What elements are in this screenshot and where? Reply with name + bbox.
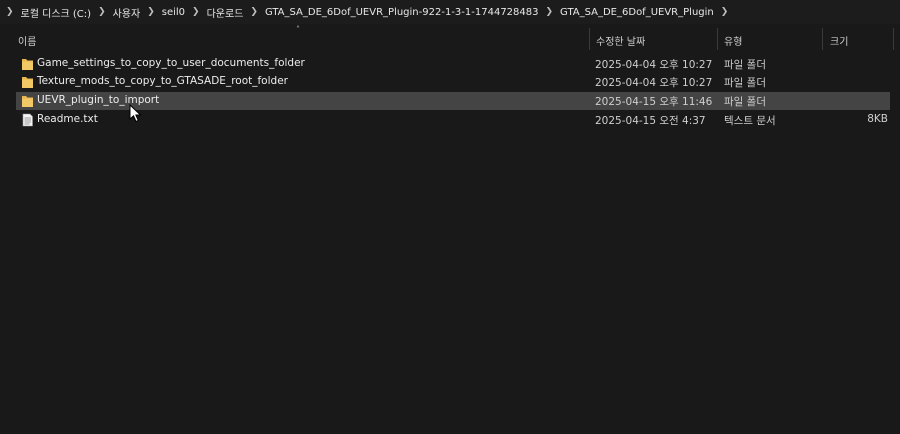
text-file-icon: [22, 113, 33, 127]
file-date: 2025-04-04 오후 10:27: [595, 77, 713, 89]
breadcrumb-item-drive[interactable]: 로컬 디스크 (C:): [21, 5, 92, 20]
column-divider[interactable]: [589, 28, 590, 50]
file-name: Readme.txt: [37, 113, 98, 125]
sort-ascending-icon: ˄: [296, 25, 300, 34]
breadcrumb-item-archive-folder[interactable]: GTA_SA_DE_6Dof_UEVR_Plugin-922-1-3-1-174…: [265, 7, 539, 18]
file-row-3[interactable]: Readme.txt 2025-04-15 오전 4:37 텍스트 문서 8KB: [16, 111, 890, 129]
file-type: 텍스트 문서: [724, 115, 776, 127]
file-date: 2025-04-15 오전 4:37: [595, 115, 706, 127]
chevron-right-icon[interactable]: ❯: [721, 7, 729, 17]
column-header-row: ˄ 이름 수정한 날짜 유형 크기: [0, 24, 900, 52]
column-header-date[interactable]: 수정한 날짜: [596, 33, 645, 48]
folder-icon: [22, 59, 33, 70]
file-row-2-selected[interactable]: UEVR_plugin_to_import 2025-04-15 오후 11:4…: [16, 92, 890, 110]
breadcrumb-item-current-folder[interactable]: GTA_SA_DE_6Dof_UEVR_Plugin: [560, 7, 714, 18]
chevron-right-icon[interactable]: ❯: [147, 7, 155, 17]
breadcrumb: ❯ 로컬 디스크 (C:) ❯ 사용자 ❯ seil0 ❯ 다운로드 ❯ GTA…: [0, 0, 900, 24]
chevron-right-icon[interactable]: ❯: [6, 7, 14, 17]
file-type: 파일 폴더: [724, 96, 766, 108]
file-date: 2025-04-04 오후 10:27: [595, 59, 713, 71]
file-row-0[interactable]: Game_settings_to_copy_to_user_documents_…: [16, 55, 890, 73]
breadcrumb-item-downloads[interactable]: 다운로드: [207, 5, 244, 20]
file-name: Texture_mods_to_copy_to_GTASADE_root_fol…: [37, 75, 288, 87]
column-header-name[interactable]: 이름: [18, 33, 36, 48]
mouse-cursor-icon: [129, 104, 142, 123]
file-name: Game_settings_to_copy_to_user_documents_…: [37, 57, 305, 69]
chevron-right-icon[interactable]: ❯: [250, 7, 258, 17]
chevron-right-icon[interactable]: ❯: [546, 7, 554, 17]
folder-icon: [22, 77, 33, 88]
file-size: 8KB: [867, 113, 888, 125]
folder-icon: [22, 96, 33, 107]
breadcrumb-item-users[interactable]: 사용자: [113, 5, 141, 20]
file-type: 파일 폴더: [724, 77, 766, 89]
file-row-1[interactable]: Texture_mods_to_copy_to_GTASADE_root_fol…: [16, 73, 890, 91]
chevron-right-icon[interactable]: ❯: [192, 7, 200, 17]
file-type: 파일 폴더: [724, 59, 766, 71]
breadcrumb-item-user[interactable]: seil0: [162, 7, 185, 18]
column-header-type[interactable]: 유형: [724, 33, 742, 48]
column-header-size[interactable]: 크기: [830, 33, 848, 48]
column-divider[interactable]: [822, 28, 823, 50]
chevron-right-icon[interactable]: ❯: [98, 7, 106, 17]
column-divider[interactable]: [893, 28, 894, 50]
file-date: 2025-04-15 오후 11:46: [595, 96, 713, 108]
column-divider[interactable]: [717, 28, 718, 50]
